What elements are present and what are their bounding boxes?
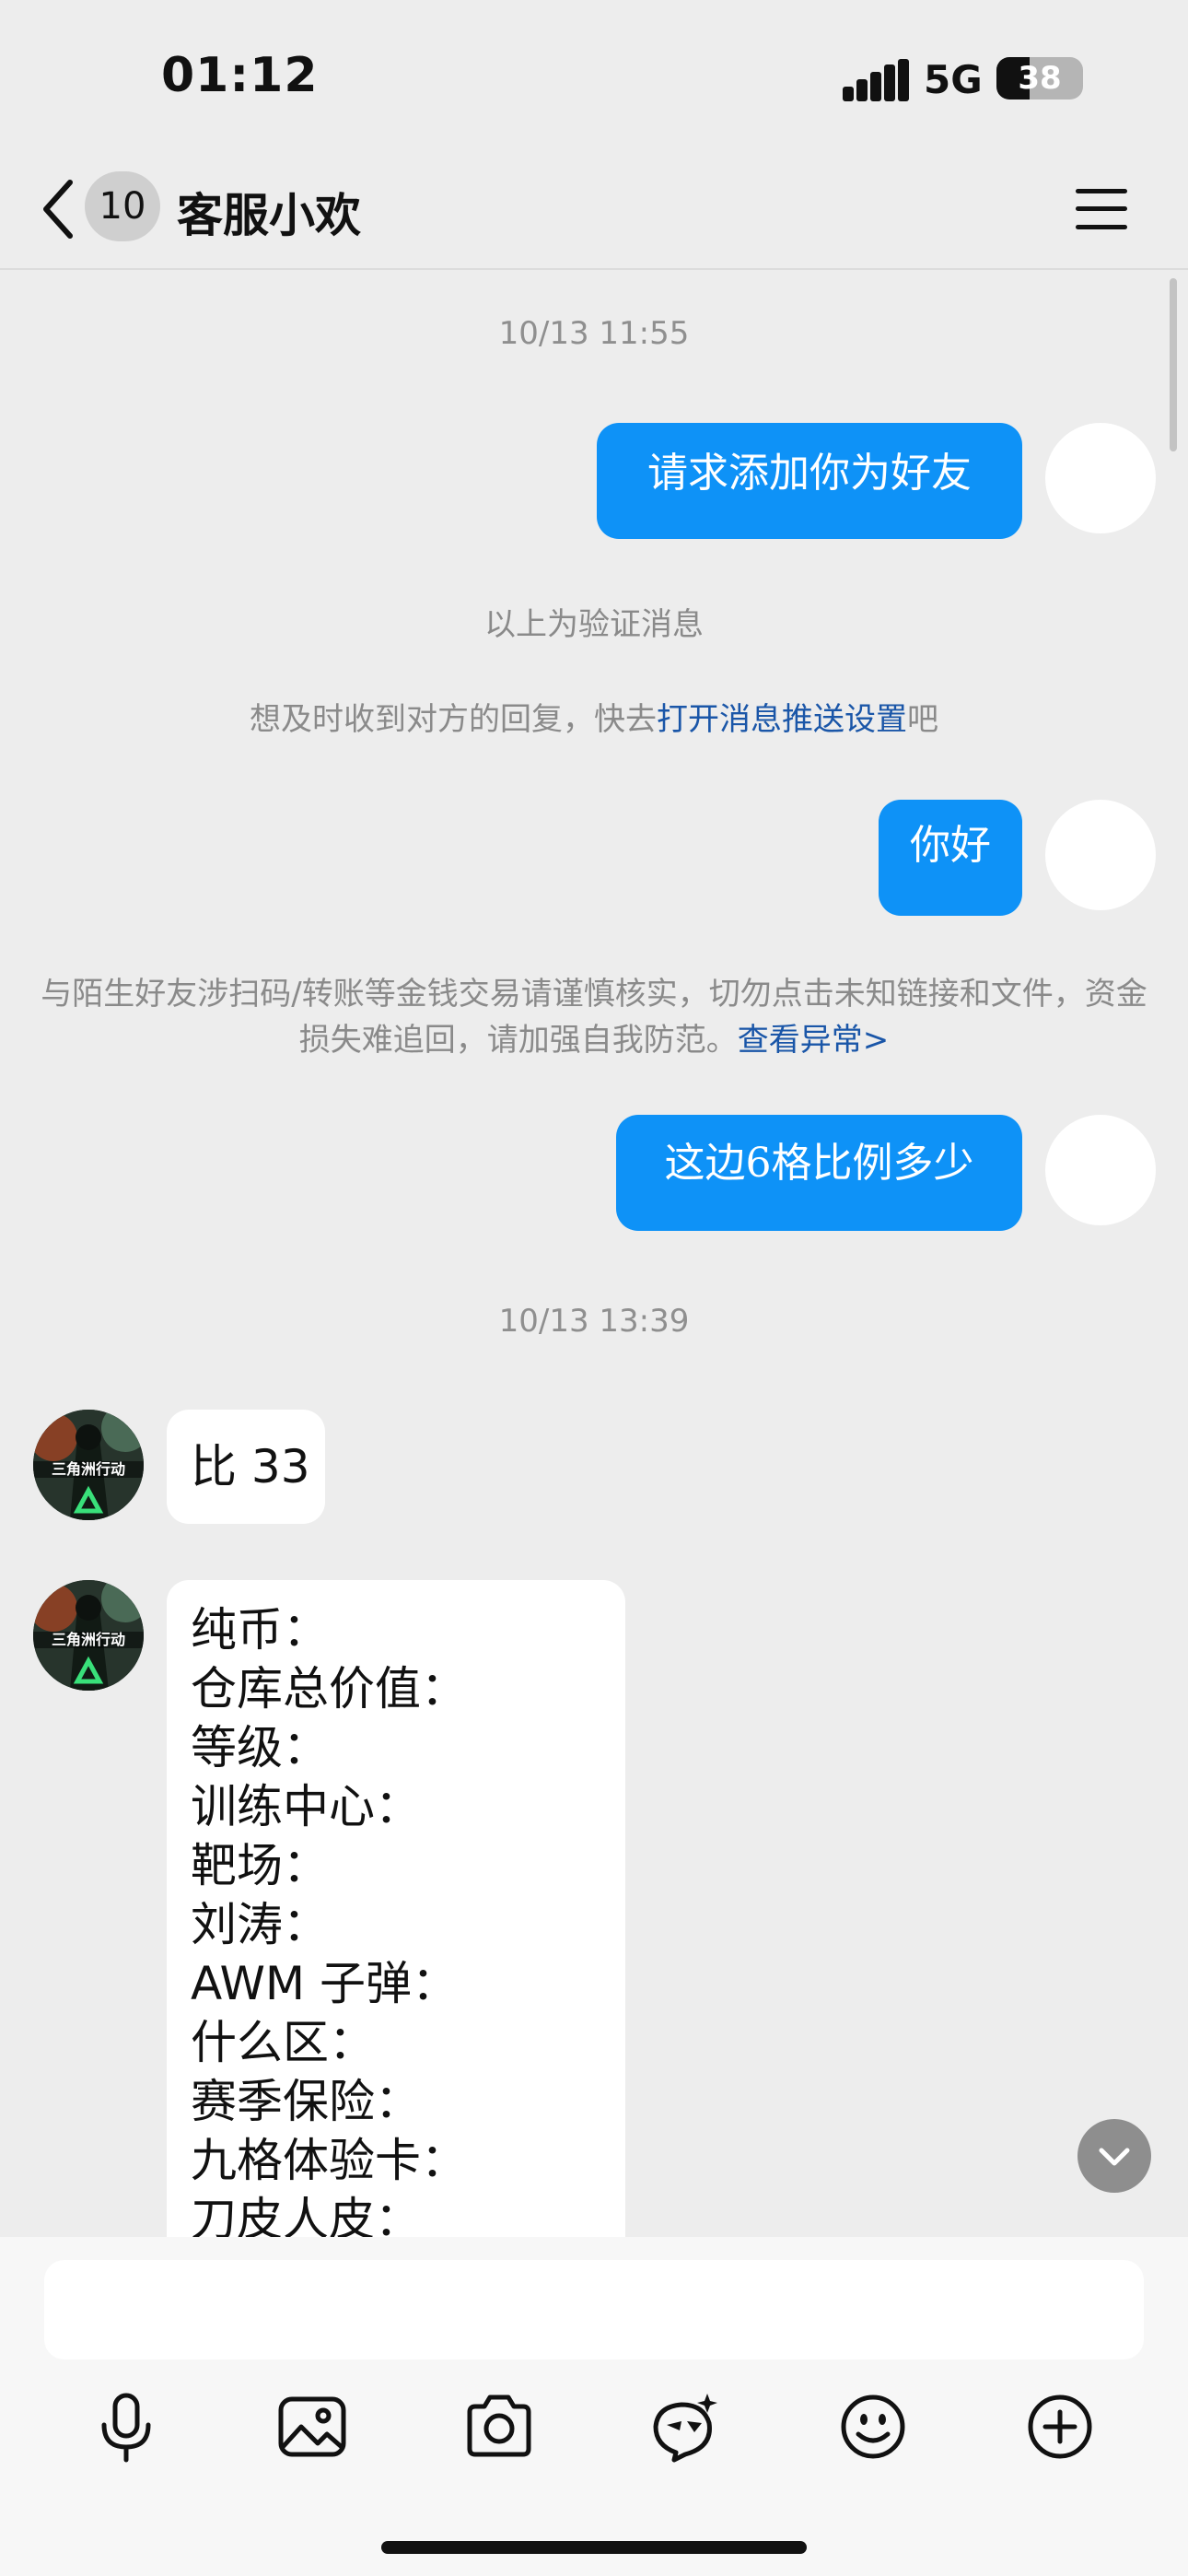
- message-timestamp: 10/13 13:39: [498, 1303, 690, 1340]
- camera-icon[interactable]: [462, 2390, 536, 2464]
- form-line: 纯币：: [191, 1603, 329, 1657]
- form-line: 仓库总价值：: [191, 1662, 467, 1715]
- avatar-caption: 三角洲行动: [51, 1460, 125, 1478]
- message-timestamp: 10/13 11:55: [498, 315, 690, 352]
- contact-avatar[interactable]: 三角洲行动: [33, 1580, 144, 1691]
- menu-icon[interactable]: [1076, 189, 1127, 229]
- safety-warning-text: 与陌生好友涉扫码/转账等金钱交易请谨慎核实，切勿点击未知链接和文件，资金损失难追…: [41, 976, 1147, 1059]
- status-time: 01:12: [161, 48, 319, 103]
- verify-notice: 以上为验证消息: [484, 606, 704, 643]
- contact-avatar[interactable]: 三角洲行动: [33, 1410, 144, 1520]
- chat-title: 客服小欢: [177, 189, 361, 242]
- push-notice-suffix: 吧: [907, 701, 938, 738]
- plus-icon[interactable]: [1023, 2390, 1097, 2464]
- self-avatar[interactable]: [1045, 1115, 1156, 1225]
- self-avatar[interactable]: [1045, 800, 1156, 910]
- form-line: 九格体验卡：: [191, 2134, 467, 2187]
- avatar-caption: 三角洲行动: [51, 1631, 125, 1648]
- unread-count-badge[interactable]: 10: [85, 171, 160, 241]
- battery-icon: 38: [996, 57, 1083, 100]
- form-lines: 纯币： 仓库总价值： 等级： 训练中心： 靶场： 刘涛： AWM 子弹： 什么区： 赛季保险： 九…: [191, 1600, 625, 2249]
- push-notice-prefix: 想及时收到对方的回复，快去: [250, 701, 657, 738]
- header-divider: [0, 268, 1188, 270]
- self-avatar[interactable]: [1045, 423, 1156, 533]
- view-abnormal-link[interactable]: 查看异常>: [738, 1022, 890, 1059]
- magic-face-icon[interactable]: [648, 2390, 722, 2464]
- outgoing-message-bubble[interactable]: 这边6格比例多少: [616, 1115, 1022, 1231]
- outgoing-message-bubble[interactable]: 请求添加你为好友: [597, 423, 1022, 539]
- network-type: 5G: [924, 57, 983, 102]
- microphone-icon[interactable]: [89, 2390, 163, 2464]
- incoming-message-bubble[interactable]: 比 33: [167, 1410, 325, 1524]
- battery-level: 38: [1018, 60, 1062, 97]
- home-indicator[interactable]: [381, 2541, 807, 2554]
- outgoing-message-bubble[interactable]: 你好: [879, 800, 1022, 916]
- message-input[interactable]: [44, 2260, 1144, 2359]
- form-line: 赛季保险：: [191, 2075, 421, 2128]
- push-setting-notice: 想及时收到对方的回复，快去打开消息推送设置吧: [37, 697, 1151, 743]
- push-settings-link[interactable]: 打开消息推送设置: [657, 701, 907, 738]
- incoming-form-bubble[interactable]: 纯币： 仓库总价值： 等级： 训练中心： 靶场： 刘涛： AWM 子弹： 什么区： 赛季保险： 九…: [167, 1580, 625, 2280]
- signal-icon: [843, 59, 909, 101]
- back-chevron-icon[interactable]: [37, 177, 83, 241]
- form-line: AWM 子弹：: [191, 1957, 458, 2010]
- chevron-down-icon: [1099, 2148, 1130, 2166]
- image-icon[interactable]: [275, 2390, 349, 2464]
- form-line: 训练中心：: [191, 1780, 421, 1833]
- scrollbar[interactable]: [1170, 278, 1177, 451]
- emoji-icon[interactable]: [836, 2390, 910, 2464]
- form-line: 什么区：: [191, 2016, 375, 2069]
- battery-tip: [1077, 70, 1083, 87]
- form-line: 刘涛：: [191, 1898, 329, 1951]
- scroll-to-bottom-button[interactable]: [1077, 2119, 1151, 2193]
- form-line: 靶场：: [191, 1839, 329, 1892]
- safety-warning-notice: 与陌生好友涉扫码/转账等金钱交易请谨慎核实，切勿点击未知链接和文件，资金损失难追…: [37, 971, 1151, 1063]
- form-line: 等级：: [191, 1721, 329, 1774]
